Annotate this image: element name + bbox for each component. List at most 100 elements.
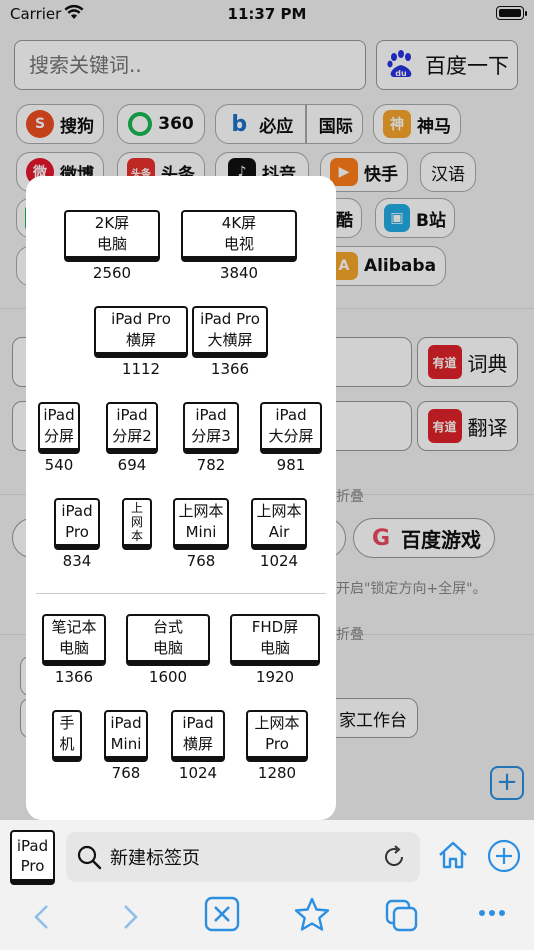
device-name-line: FHD屏	[251, 618, 299, 636]
device-icon: 台式 电脑	[126, 614, 210, 666]
reload-icon[interactable]	[380, 843, 408, 871]
bing-icon: b	[225, 110, 254, 138]
device-icon: iPad Mini	[104, 710, 148, 762]
status-bar: Carrier 11:37 PM	[0, 0, 534, 30]
more-menu-icon[interactable]	[478, 908, 506, 918]
sogou-icon: S	[26, 110, 54, 138]
device-name-line: 横屏	[182, 735, 213, 753]
baidu-game-label: 百度游戏	[401, 527, 481, 552]
device-option-r6-3[interactable]: 上网本 Pro 1280	[246, 710, 308, 782]
device-option-r6-0[interactable]: 手机	[52, 710, 82, 764]
youdao-icon: 有道	[427, 409, 462, 443]
device-name-line: Mini	[110, 735, 142, 753]
baidu-game-icon: G	[367, 524, 395, 552]
device-width-value: 540	[44, 456, 74, 474]
device-option-r4-3[interactable]: 上网本 Air 1024	[251, 498, 307, 570]
device-option-r2-1[interactable]: iPad Pro 大横屏 1366	[192, 306, 268, 378]
device-name-line: Pro	[65, 523, 89, 541]
device-option-r6-2[interactable]: iPad 横屏 1024	[171, 710, 225, 782]
fold-label[interactable]: 折叠	[336, 486, 364, 506]
workbench-label: 家工作台	[339, 710, 407, 731]
device-icon: 上网本 Mini	[173, 498, 229, 550]
chip-divider	[305, 104, 307, 144]
forward-icon[interactable]	[118, 902, 142, 932]
device-name-line: iPad	[110, 714, 142, 732]
device-option-r4-2[interactable]: 上网本 Mini 768	[173, 498, 229, 570]
device-name-line: 横屏	[125, 331, 156, 349]
url-label: 新建标签页	[110, 848, 200, 869]
device-width-value: 694	[117, 456, 147, 474]
device-option-r5-1[interactable]: 台式 电脑 1600	[126, 614, 210, 686]
home-icon[interactable]	[436, 838, 470, 872]
tabs-icon[interactable]	[384, 898, 420, 934]
device-mode-toggle[interactable]: iPad Pro	[10, 830, 55, 885]
device-name-line: iPad	[61, 502, 93, 520]
device-icon: 上网本 Air	[251, 498, 307, 550]
device-icon: iPad 分屏2	[106, 402, 158, 454]
device-option-r2-0[interactable]: iPad Pro 横屏 1112	[94, 306, 188, 378]
back-icon[interactable]	[30, 902, 54, 932]
baidu-game-button[interactable]: G 百度游戏	[353, 518, 495, 558]
chip-intl-label[interactable]: 国际	[319, 112, 353, 137]
dict-button-label: 词典	[467, 351, 508, 376]
chip-360-label: 360	[158, 114, 194, 134]
device-option-r4-0[interactable]: iPad Pro 834	[54, 498, 100, 570]
chip-bing-label: 必应	[259, 116, 294, 137]
device-option-r1-0[interactable]: 2K屏 电脑 2560	[64, 210, 160, 282]
search-input[interactable]	[14, 40, 366, 90]
device-width-value: 1366	[54, 668, 94, 686]
chip-360[interactable]: 360	[117, 104, 205, 144]
device-name-line: 电脑	[259, 639, 290, 657]
device-option-r4-1[interactable]: 上网本	[122, 498, 152, 552]
device-option-r5-2[interactable]: FHD屏 电脑 1920	[230, 614, 320, 686]
add-tab-icon[interactable]: +	[490, 766, 524, 800]
translate-button[interactable]: 有道 翻译	[417, 401, 518, 451]
device-width-value: 782	[196, 456, 226, 474]
device-icon: 手机	[52, 710, 82, 762]
device-name-line: 大横屏	[207, 331, 253, 349]
device-name-line: 机	[59, 735, 75, 753]
chip-sogou[interactable]: S 搜狗	[16, 104, 104, 144]
chip-shenma[interactable]: 神 神马	[373, 104, 461, 144]
device-icon: iPad 分屏	[38, 402, 80, 454]
device-name-line: 上	[130, 501, 143, 515]
device-icon: iPad Pro	[54, 498, 100, 550]
chip-hanyu[interactable]: 汉语	[420, 152, 476, 192]
360-icon	[128, 112, 153, 136]
baidu-search-button[interactable]: du 百度一下	[376, 40, 518, 90]
device-width-value: 1280	[257, 764, 297, 782]
device-option-r6-1[interactable]: iPad Mini 768	[104, 710, 148, 782]
device-icon: iPad Pro 大横屏	[192, 306, 268, 358]
chip-bing[interactable]: b 必应 国际	[215, 104, 363, 144]
chip-bilibili[interactable]: ▣ B站	[375, 198, 455, 238]
device-width-value: 1112	[121, 360, 161, 378]
device-option-r1-1[interactable]: 4K屏 电视 3840	[181, 210, 297, 282]
device-icon: iPad Pro 横屏	[94, 306, 188, 358]
device-option-r3-2[interactable]: iPad 分屏3 782	[183, 402, 239, 474]
chip-alibaba[interactable]: A Alibaba	[320, 246, 446, 286]
device-name-line: Mini	[185, 523, 217, 541]
new-tab-icon[interactable]	[486, 838, 522, 874]
device-option-r3-1[interactable]: iPad 分屏2 694	[106, 402, 158, 474]
device-name-line: Air	[268, 523, 290, 541]
bookmark-star-icon[interactable]	[293, 896, 331, 934]
device-width-value: 768	[111, 764, 141, 782]
device-name-line: 分屏2	[112, 427, 152, 445]
device-name-line: 分屏	[43, 427, 74, 445]
device-icon: iPad 分屏3	[183, 402, 239, 454]
url-bar[interactable]: 新建标签页	[66, 832, 420, 882]
hint-text: 开启"锁定方向+全屏"。	[336, 581, 487, 597]
device-option-r3-0[interactable]: iPad 分屏 540	[38, 402, 80, 474]
device-width-value: 981	[276, 456, 306, 474]
popup-divider	[36, 593, 326, 594]
device-mode-line2: Pro	[20, 856, 45, 875]
device-option-r5-0[interactable]: 笔记本 电脑 1366	[42, 614, 106, 686]
device-option-r3-3[interactable]: iPad 大分屏 981	[260, 402, 322, 474]
device-name-line: iPad	[275, 406, 307, 424]
dict-button[interactable]: 有道 词典	[417, 337, 518, 387]
device-icon: iPad 大分屏	[260, 402, 322, 454]
fold-label-2[interactable]: 折叠	[336, 624, 364, 644]
baidu-paw-icon: du	[387, 50, 412, 78]
device-icon: 上网本	[122, 498, 152, 550]
close-page-icon[interactable]	[204, 896, 240, 932]
